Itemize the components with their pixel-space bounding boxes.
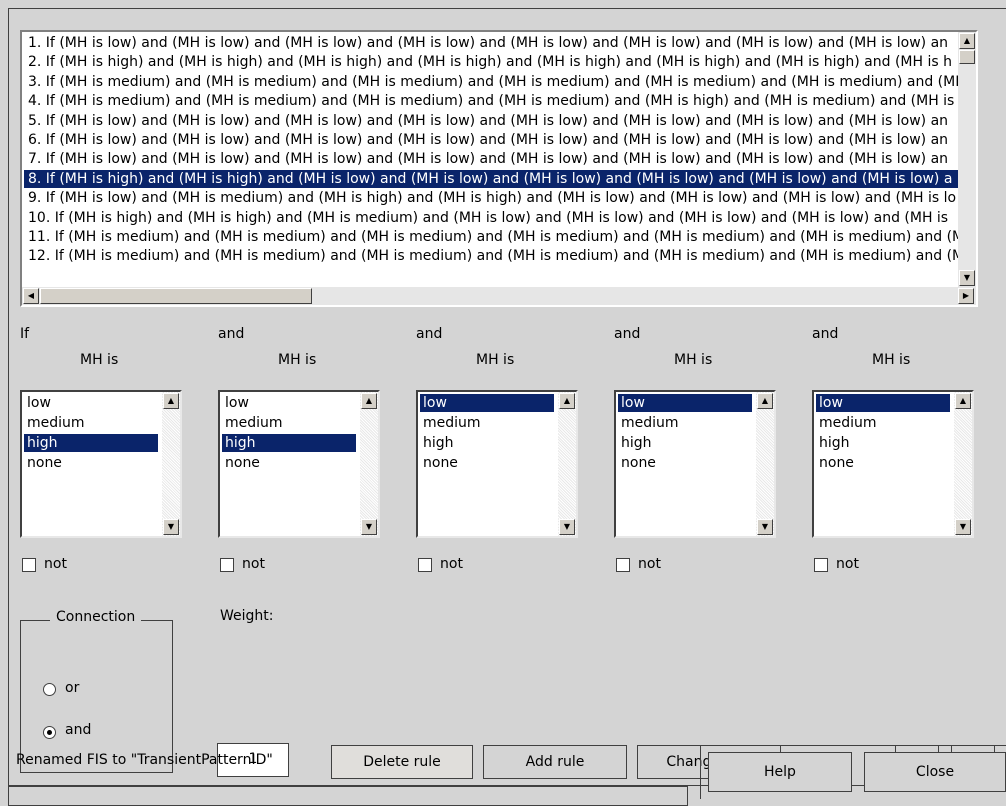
scroll-down-button[interactable]: ▼	[757, 519, 773, 535]
membership-option[interactable]: none	[618, 454, 752, 472]
membership-option[interactable]: high	[24, 434, 158, 452]
antecedent-variable-label: MH is	[278, 352, 317, 368]
antecedent-variable-label: MH is	[80, 352, 119, 368]
rule-list-item[interactable]: 6. If (MH is low) and (MH is low) and (M…	[24, 131, 976, 149]
scroll-down-button[interactable]: ▼	[559, 519, 575, 535]
or-radio[interactable]	[43, 683, 56, 696]
membership-option[interactable]: none	[24, 454, 158, 472]
connection-title: Connection	[50, 609, 142, 625]
not-checkbox[interactable]	[814, 558, 828, 572]
not-label: not	[836, 556, 859, 572]
scroll-up-button[interactable]: ▲	[361, 393, 377, 409]
or-label: or	[65, 680, 80, 696]
membership-option[interactable]: low	[420, 394, 554, 412]
scroll-up-button[interactable]: ▲	[163, 393, 179, 409]
antecedent-connector: If	[20, 326, 30, 342]
membership-option[interactable]: high	[222, 434, 356, 452]
and-label: and	[65, 722, 92, 738]
membership-option[interactable]: medium	[618, 414, 752, 432]
close-button[interactable]: Close	[864, 752, 1006, 792]
and-radio[interactable]	[43, 726, 56, 739]
listbox-scrollbar[interactable]: ▲ ▼	[558, 392, 576, 536]
antecedent-connector: and	[812, 326, 839, 342]
not-label: not	[440, 556, 463, 572]
membership-listbox[interactable]: low medium high none ▲ ▼	[812, 390, 974, 538]
scroll-left-button[interactable]: ◀	[23, 288, 39, 304]
rule-list-item[interactable]: 10. If (MH is high) and (MH is high) and…	[24, 209, 976, 227]
membership-option[interactable]: high	[618, 434, 752, 452]
membership-option[interactable]: high	[816, 434, 950, 452]
membership-option[interactable]: none	[420, 454, 554, 472]
rule-list-item[interactable]: 11. If (MH is medium) and (MH is medium)…	[24, 228, 976, 246]
rule-list-item[interactable]: 9. If (MH is low) and (MH is medium) and…	[24, 189, 976, 207]
listbox-scrollbar[interactable]: ▲ ▼	[360, 392, 378, 536]
membership-option[interactable]: medium	[24, 414, 158, 432]
scroll-up-button[interactable]: ▲	[959, 33, 975, 49]
scroll-right-button[interactable]: ▶	[958, 288, 974, 304]
scroll-down-button[interactable]: ▼	[959, 270, 975, 286]
membership-option[interactable]: low	[24, 394, 158, 412]
antecedent-connector: and	[218, 326, 245, 342]
rule-list-vscrollbar[interactable]: ▲ ▼	[958, 32, 976, 289]
status-message: Renamed FIS to "TransientPatternID"	[16, 752, 273, 768]
not-checkbox[interactable]	[220, 558, 234, 572]
membership-option[interactable]: medium	[222, 414, 356, 432]
membership-listbox[interactable]: low medium high none ▲ ▼	[20, 390, 182, 538]
hscroll-thumb[interactable]	[40, 288, 312, 304]
not-checkbox[interactable]	[22, 558, 36, 572]
rule-list-item[interactable]: 1. If (MH is low) and (MH is low) and (M…	[24, 34, 976, 52]
help-button[interactable]: Help	[708, 752, 852, 792]
membership-option[interactable]: low	[618, 394, 752, 412]
membership-listbox[interactable]: low medium high none ▲ ▼	[416, 390, 578, 538]
listbox-scrollbar[interactable]: ▲ ▼	[162, 392, 180, 536]
rule-list-hscrollbar[interactable]: ◀ ▶	[22, 287, 976, 305]
not-label: not	[44, 556, 67, 572]
membership-option[interactable]: none	[222, 454, 356, 472]
membership-option[interactable]: none	[816, 454, 950, 472]
antecedent-connector: and	[416, 326, 443, 342]
scroll-down-button[interactable]: ▼	[163, 519, 179, 535]
rule-list-item[interactable]: 4. If (MH is medium) and (MH is medium) …	[24, 92, 976, 110]
membership-option[interactable]: low	[222, 394, 356, 412]
antecedent-connector: and	[614, 326, 641, 342]
not-label: not	[242, 556, 265, 572]
not-checkbox[interactable]	[616, 558, 630, 572]
antecedent-variable-label: MH is	[476, 352, 515, 368]
antecedent-variable-label: MH is	[674, 352, 713, 368]
membership-option[interactable]: high	[420, 434, 554, 452]
membership-listbox[interactable]: low medium high none ▲ ▼	[218, 390, 380, 538]
not-checkbox[interactable]	[418, 558, 432, 572]
listbox-scrollbar[interactable]: ▲ ▼	[756, 392, 774, 536]
membership-option[interactable]: medium	[420, 414, 554, 432]
scroll-down-button[interactable]: ▼	[361, 519, 377, 535]
scroll-up-button[interactable]: ▲	[559, 393, 575, 409]
not-label: not	[638, 556, 661, 572]
listbox-scrollbar[interactable]: ▲ ▼	[954, 392, 972, 536]
membership-listbox[interactable]: low medium high none ▲ ▼	[614, 390, 776, 538]
rule-list[interactable]: 1. If (MH is low) and (MH is low) and (M…	[20, 30, 978, 307]
weight-label: Weight:	[220, 608, 274, 624]
rule-list-item[interactable]: 5. If (MH is low) and (MH is low) and (M…	[24, 112, 976, 130]
rule-list-item[interactable]: 3. If (MH is medium) and (MH is medium) …	[24, 73, 976, 91]
scroll-down-button[interactable]: ▼	[955, 519, 971, 535]
scroll-up-button[interactable]: ▲	[955, 393, 971, 409]
rule-list-item[interactable]: 7. If (MH is low) and (MH is low) and (M…	[24, 150, 976, 168]
membership-option[interactable]: low	[816, 394, 950, 412]
antecedent-variable-label: MH is	[872, 352, 911, 368]
membership-option[interactable]: medium	[816, 414, 950, 432]
rule-list-item[interactable]: 2. If (MH is high) and (MH is high) and …	[24, 53, 976, 71]
vscroll-thumb[interactable]	[959, 50, 975, 64]
rule-list-item[interactable]: 8. If (MH is high) and (MH is high) and …	[24, 169, 976, 188]
rule-list-item[interactable]: 12. If (MH is medium) and (MH is medium)…	[24, 247, 976, 265]
scroll-up-button[interactable]: ▲	[757, 393, 773, 409]
